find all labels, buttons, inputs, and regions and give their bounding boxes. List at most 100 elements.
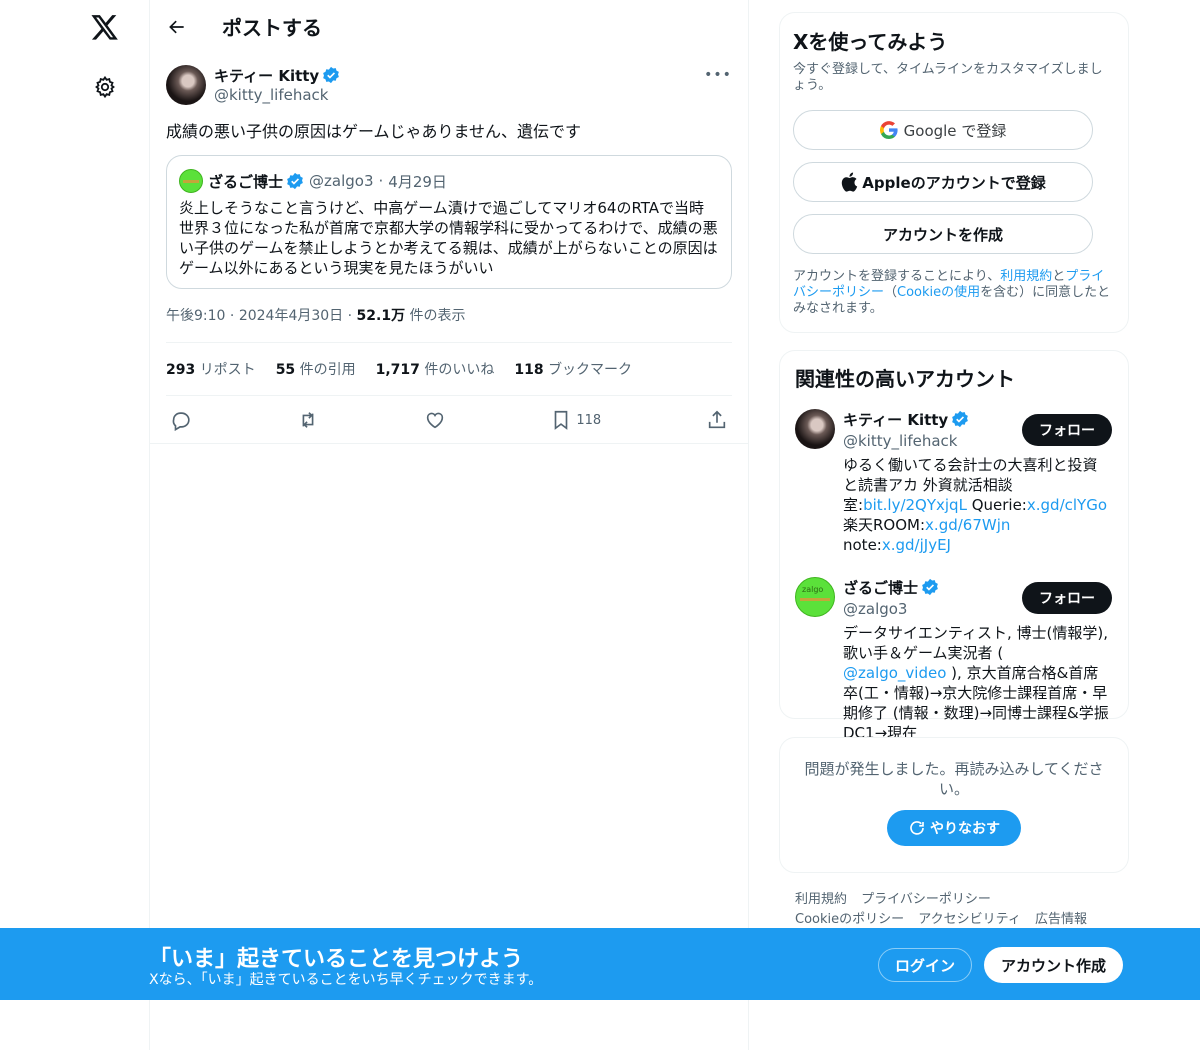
banner-signup-button[interactable]: アカウント作成 [984, 947, 1123, 983]
footer-privacy-link[interactable]: プライバシーポリシー [861, 892, 991, 907]
reply-button[interactable] [166, 404, 196, 436]
share-icon [708, 410, 726, 429]
repost-button[interactable] [293, 404, 323, 436]
create-account-label: アカウントを作成 [882, 225, 1003, 244]
legal-text-1: アカウントを登録することにより、 [793, 269, 1001, 284]
quote-author-handle: @zalgo3 [309, 172, 374, 190]
footer-row: 利用規約 プライバシーポリシー [795, 890, 1115, 910]
google-signup-suffix: で登録 [961, 121, 1007, 140]
account-name[interactable]: キティー Kitty [843, 409, 948, 430]
repost-icon [302, 412, 314, 428]
like-button[interactable] [420, 404, 450, 436]
bio-link[interactable]: x.gd/67Wjn [925, 516, 1010, 534]
legal-text-3: （ [884, 285, 898, 300]
author-handle[interactable]: @kitty_lifehack [214, 85, 340, 105]
reply-icon [172, 412, 190, 431]
quoted-post[interactable]: ざるご博士 @zalgo3 · 4月29日 炎上しそうなこと言うけど、中高ゲーム… [166, 155, 732, 289]
post-date[interactable]: 2024年4月30日 [239, 308, 343, 324]
terms-link[interactable]: 利用規約 [1000, 269, 1052, 284]
follow-button[interactable]: フォロー [1022, 414, 1112, 446]
bio-text: note: [843, 536, 882, 554]
more-options-icon[interactable]: ••• [704, 66, 732, 84]
bookmarks-stat[interactable]: 118 ブックマーク [514, 358, 632, 382]
google-signup-button[interactable]: Google で登録 [793, 110, 1093, 150]
bottom-signup-banner: 「いま」起きていることを見つけよう Xなら、「いま」起きていることをいち早くチェ… [0, 928, 1200, 1000]
bio-link[interactable]: bit.ly/2QYxjqL [863, 496, 967, 514]
bio-link[interactable]: @zalgo_video [843, 664, 946, 682]
post-time[interactable]: 午後9:10 [166, 308, 225, 324]
post-author: キティー Kitty @kitty_lifehack [166, 65, 340, 105]
reposts-count: 293 [166, 362, 196, 378]
verified-badge-icon [322, 66, 340, 84]
retry-button[interactable]: やりなおす [887, 810, 1021, 846]
post-actions: 118 [166, 404, 732, 436]
back-arrow-icon[interactable] [159, 9, 195, 45]
account-item[interactable]: キティー Kitty @kitty_lifehack ゆるく働いてる会計士の大喜… [795, 409, 1113, 555]
related-accounts-card: 関連性の高いアカウント キティー Kitty @kitty_lifehack ゆ… [779, 350, 1129, 742]
related-title: 関連性の高いアカウント [795, 367, 1015, 391]
likes-stat[interactable]: 1,717 件のいいね [376, 358, 495, 382]
post-stats: 293 リポスト 55 件の引用 1,717 件のいいね 118 ブックマーク [166, 358, 652, 382]
footer-ads-link[interactable]: 広告情報 [1035, 912, 1087, 927]
author-avatar[interactable] [166, 65, 206, 105]
post-meta: 午後9:10 · 2024年4月30日 · 52.1万 件の表示 [166, 305, 466, 327]
account-avatar[interactable] [795, 409, 835, 449]
footer-row: Cookieのポリシー アクセシビリティ 広告情報 [795, 910, 1115, 930]
cookie-link[interactable]: Cookieの使用 [897, 285, 980, 300]
apple-signup-label: Appleのアカウントで登録 [862, 173, 1046, 192]
gear-icon[interactable] [89, 71, 121, 103]
left-nav [0, 0, 150, 1050]
quote-text: 炎上しそうなこと言うけど、中高ゲーム漬けで過ごしてマリオ64のRTAで当時世界３… [179, 199, 718, 277]
footer-terms-link[interactable]: 利用規約 [795, 892, 847, 907]
account-avatar[interactable] [795, 577, 835, 617]
account-bio: データサイエンティスト, 博士(情報学), 歌い手＆ゲーム実況者 ( @zalg… [843, 623, 1109, 743]
bookmarks-count: 118 [514, 362, 544, 378]
views-count: 52.1万 [356, 308, 406, 324]
quote-author-name: ざるご博士 [208, 172, 284, 191]
account-name[interactable]: ざるご博士 [843, 577, 918, 598]
likes-label: 件のいいね [424, 362, 495, 378]
bookmarks-label: ブックマーク [548, 362, 633, 378]
x-logo-icon[interactable] [87, 10, 123, 46]
legal-text: アカウントを登録することにより、利用規約とプライバシーポリシー（Cookieの使… [793, 269, 1115, 317]
reposts-stat[interactable]: 293 リポスト [166, 358, 256, 382]
follow-button[interactable]: フォロー [1022, 582, 1112, 614]
bio-text: データサイエンティスト, 博士(情報学), 歌い手＆ゲーム実況者 ( [843, 624, 1108, 662]
signup-subtitle: 今すぐ登録して、タイムラインをカスタマイズしましょう。 [793, 62, 1103, 93]
post-text: 成績の悪い子供の原因はゲームじゃありません、遺伝です [166, 122, 582, 141]
verified-badge-icon [921, 578, 939, 596]
verified-badge-icon [286, 172, 304, 190]
bookmark-button[interactable]: 118 [546, 404, 605, 436]
quote-avatar [179, 169, 203, 193]
quote-date: 4月29日 [388, 172, 447, 191]
author-names: キティー Kitty @kitty_lifehack [214, 65, 340, 105]
footer-links: 利用規約 プライバシーポリシー Cookieのポリシー アクセシビリティ 広告情… [795, 890, 1115, 930]
views-label: 件の表示 [409, 308, 466, 324]
quotes-count: 55 [275, 362, 296, 378]
login-button[interactable]: ログイン [878, 948, 972, 982]
google-icon [879, 121, 898, 139]
account-item[interactable]: ざるご博士 @zalgo3 データサイエンティスト, 博士(情報学), 歌い手＆… [795, 577, 1113, 743]
meta-dot: · [229, 308, 235, 324]
footer-cookie-link[interactable]: Cookieのポリシー [795, 912, 904, 927]
legal-text-2: と [1052, 269, 1066, 284]
author-name[interactable]: キティー Kitty [214, 65, 319, 86]
apple-icon [842, 172, 858, 192]
likes-count: 1,717 [375, 362, 420, 378]
footer-accessibility-link[interactable]: アクセシビリティ [918, 912, 1021, 927]
quotes-stat[interactable]: 55 件の引用 [276, 358, 356, 382]
author-name-row: キティー Kitty [214, 65, 340, 85]
apple-signup-button[interactable]: Appleのアカウントで登録 [793, 162, 1093, 202]
share-button[interactable] [702, 404, 732, 436]
google-brand: Google [903, 121, 957, 140]
bio-link[interactable]: x.gd/clYGo [1027, 496, 1107, 514]
error-message: 問題が発生しました。再読み込みしてください。 [804, 760, 1104, 798]
account-bio: ゆるく働いてる会計士の大喜利と投資と読書アカ 外資就活相談室:bit.ly/2Q… [843, 455, 1109, 555]
create-account-button[interactable]: アカウントを作成 [793, 214, 1093, 254]
verified-badge-icon [951, 410, 969, 428]
quotes-label: 件の引用 [299, 362, 356, 378]
signup-card: Xを使ってみよう 今すぐ登録して、タイムラインをカスタマイズしましょう。 Goo… [779, 12, 1129, 333]
bio-link[interactable]: x.gd/jJyEJ [882, 536, 951, 554]
google-signup-label: Google で登録 [904, 120, 1007, 141]
retry-label: やりなおす [930, 821, 1000, 837]
